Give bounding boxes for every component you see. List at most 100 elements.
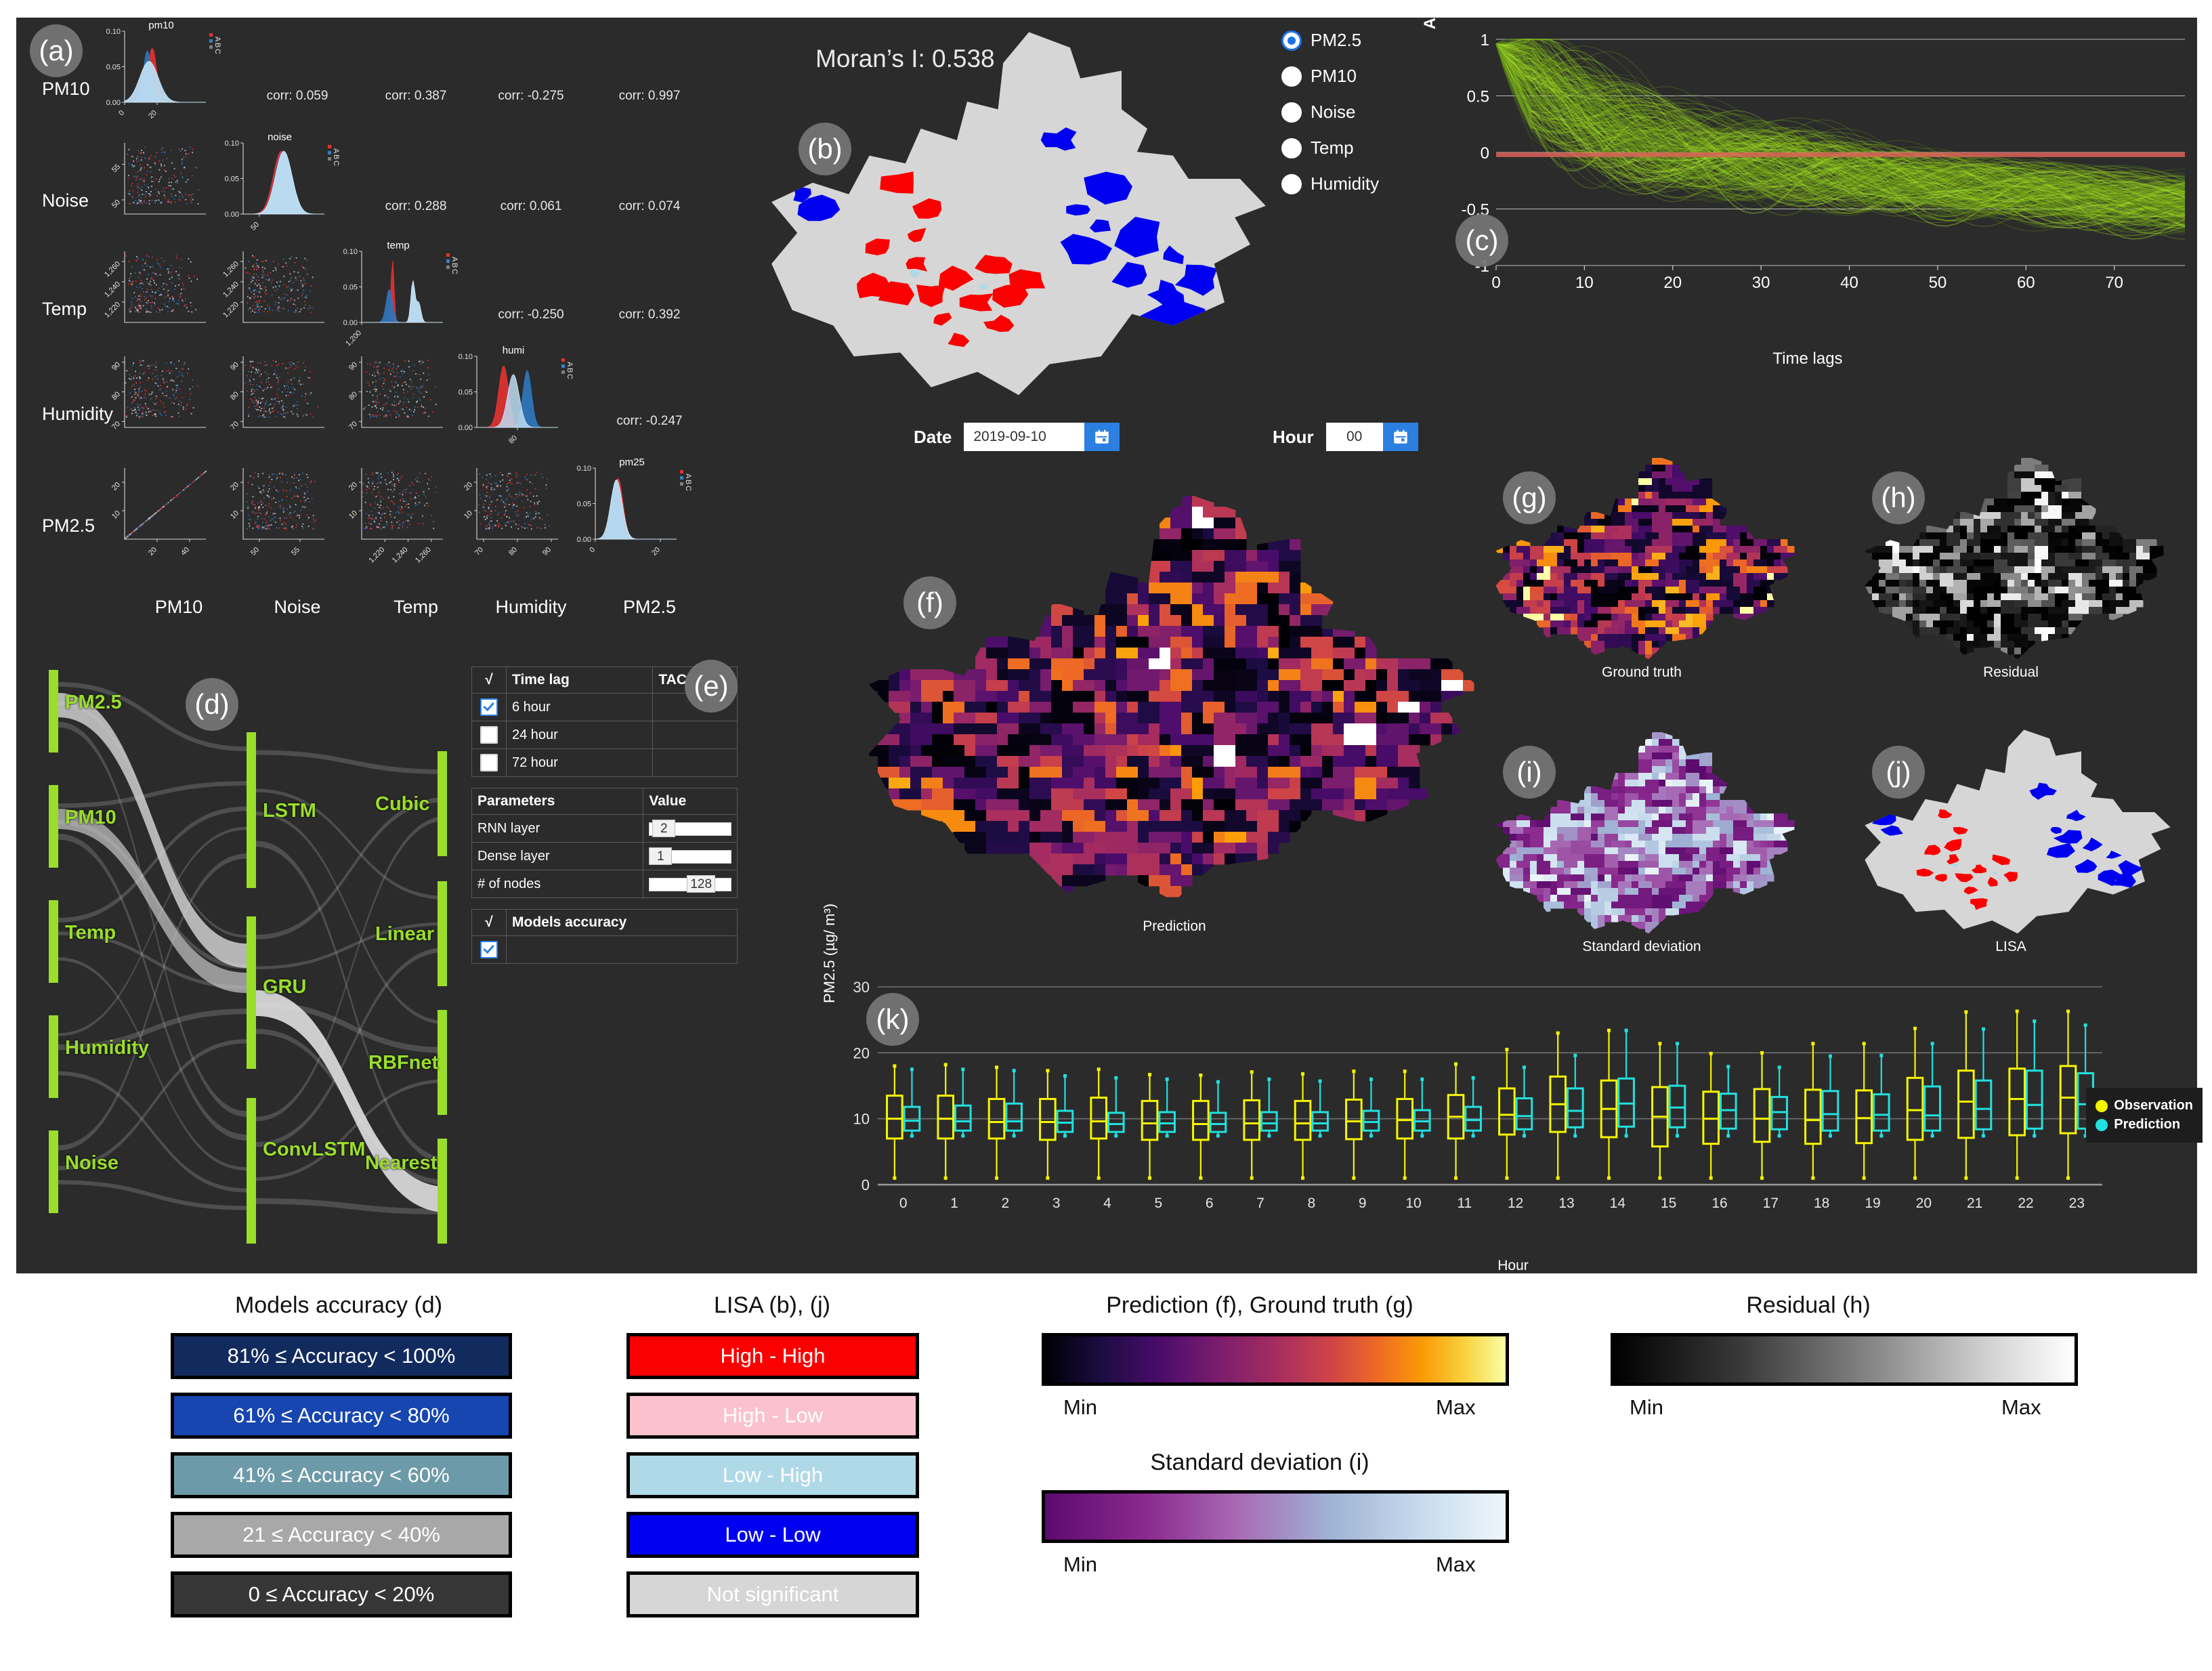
calendar-icon[interactable] xyxy=(1382,423,1418,451)
residual-caption: Residual xyxy=(1983,664,2039,680)
prediction-colorbar-max: Max xyxy=(1436,1395,1476,1419)
radio-icon-temp[interactable] xyxy=(1281,138,1302,158)
radio-option-temp[interactable]: Temp xyxy=(1281,138,1379,158)
variable-radio-group[interactable]: PM2.5 PM10 Noise Temp Humidity xyxy=(1281,30,1379,209)
lisa-swatch-high-low: High - Low xyxy=(626,1393,919,1439)
svg-text:1,260: 1,260 xyxy=(414,546,433,565)
lisa-overview-map[interactable] xyxy=(761,24,1276,410)
date-control[interactable]: Date 2019-09-10 xyxy=(914,423,1120,451)
models-accuracy-bar[interactable] xyxy=(506,935,738,964)
num-nodes-value[interactable]: 128 xyxy=(687,875,716,893)
rnn-layer-label: RNN layer xyxy=(471,814,644,843)
scatterplot-matrix: (a) PM10 Noise Temp Humidity PM2.5 PM10 … xyxy=(23,18,721,648)
stddev-colorbar-max: Max xyxy=(1436,1552,1476,1576)
prediction-map[interactable] xyxy=(856,485,1493,922)
svg-text:A: A xyxy=(450,257,459,262)
sankey-node-rbfnet[interactable] xyxy=(438,1010,447,1115)
radio-icon-pm10[interactable] xyxy=(1281,66,1302,87)
hour-control[interactable]: Hour 00 xyxy=(1273,423,1418,451)
panel-tag-f: (f) xyxy=(903,576,956,629)
calendar-icon[interactable] xyxy=(1084,423,1120,451)
radio-option-noise[interactable]: Noise xyxy=(1281,102,1379,123)
sankey-node-pm10[interactable] xyxy=(49,785,58,868)
standard-deviation-caption: Standard deviation xyxy=(1582,939,1701,954)
svg-text:A: A xyxy=(332,148,340,154)
lisa-label-not-significant: Not significant xyxy=(706,1582,839,1606)
radio-label-humidity: Humidity xyxy=(1311,173,1380,194)
sankey-node-cubic[interactable] xyxy=(438,751,447,856)
dashboard-panel: (a) PM10 Noise Temp Humidity PM2.5 PM10 … xyxy=(16,0,2203,1273)
sankey-node-temp[interactable] xyxy=(49,900,58,983)
svg-text:10: 10 xyxy=(347,509,359,521)
radio-option-pm25[interactable]: PM2.5 xyxy=(1281,30,1379,51)
sankey-node-nearest[interactable] xyxy=(438,1139,447,1244)
radio-label-pm10: PM10 xyxy=(1311,66,1357,86)
sankey-label-lstm: LSTM xyxy=(263,800,316,822)
svg-text:20: 20 xyxy=(110,481,122,492)
time-lag-24h-label: 24 hour xyxy=(505,721,654,749)
svg-text:90: 90 xyxy=(541,546,553,557)
radio-icon-noise[interactable] xyxy=(1281,102,1302,123)
sankey-node-lstm[interactable] xyxy=(247,732,256,888)
lisa-overview-svg[interactable] xyxy=(761,24,1276,410)
dense-layer-value[interactable]: 1 xyxy=(649,847,673,865)
svg-text:90: 90 xyxy=(110,360,122,372)
num-nodes-slider[interactable]: 128 xyxy=(643,870,738,898)
lisa-caption: LISA xyxy=(1995,939,2026,954)
lisa-label-low-low: Low - Low xyxy=(725,1523,821,1546)
dense-layer-slider[interactable]: 1 xyxy=(643,842,738,870)
table-row[interactable]: 72 hour xyxy=(471,748,738,777)
time-lag-24h-checkbox[interactable] xyxy=(471,721,507,749)
parameters-header: Parameters xyxy=(471,788,644,815)
svg-text:pm10: pm10 xyxy=(148,20,174,31)
table-row[interactable]: # of nodes 128 xyxy=(471,870,738,898)
table-row[interactable]: Dense layer 1 xyxy=(471,842,738,870)
sankey-node-convlstm[interactable] xyxy=(247,1098,256,1244)
table-row[interactable]: RNN layer 2 xyxy=(471,814,738,843)
models-accuracy-checkbox[interactable] xyxy=(471,935,507,964)
svg-text:0.10: 0.10 xyxy=(577,465,591,473)
lisa-swatch-low-low: Low - Low xyxy=(626,1512,919,1558)
radio-option-pm10[interactable]: PM10 xyxy=(1281,66,1379,87)
sankey-label-pm25: PM2.5 xyxy=(65,692,122,713)
svg-text:0.05: 0.05 xyxy=(225,175,239,184)
svg-text:1,240: 1,240 xyxy=(221,280,240,299)
radio-option-humidity[interactable]: Humidity xyxy=(1281,173,1379,194)
table-row[interactable]: 24 hour xyxy=(471,721,738,749)
sankey-label-nearest: Nearest xyxy=(365,1152,438,1174)
rnn-layer-value[interactable]: 2 xyxy=(652,820,676,837)
svg-text:20: 20 xyxy=(147,546,158,557)
panel-tag-k: (k) xyxy=(866,993,919,1046)
svg-text:C: C xyxy=(450,269,459,274)
svg-text:0: 0 xyxy=(117,109,126,118)
radio-icon-pm25[interactable] xyxy=(1281,30,1302,51)
table-row[interactable] xyxy=(471,935,738,964)
sankey-label-humidity: Humidity xyxy=(65,1037,150,1059)
sankey-node-pm25[interactable] xyxy=(49,670,58,753)
value-header: Value xyxy=(643,788,738,815)
hour-input[interactable]: 00 xyxy=(1325,423,1383,451)
stddev-colorbar-min: Min xyxy=(1063,1552,1097,1576)
svg-text:1,220: 1,220 xyxy=(367,546,386,565)
svg-text:50: 50 xyxy=(249,221,261,232)
time-lag-6h-checkbox[interactable] xyxy=(471,693,507,721)
date-input[interactable]: 2019-09-10 xyxy=(964,423,1085,451)
lisa-swatch-not-significant: Not significant xyxy=(626,1571,919,1617)
radio-icon-humidity[interactable] xyxy=(1281,173,1302,194)
sankey-label-convlstm: ConvLSTM xyxy=(263,1139,366,1160)
svg-text:B: B xyxy=(684,480,692,484)
rnn-layer-slider[interactable]: 2 xyxy=(643,814,738,843)
prediction-map-svg[interactable] xyxy=(856,485,1493,918)
sankey-node-humidity[interactable] xyxy=(49,1015,58,1098)
legend-item-observation: Observation xyxy=(2096,1098,2193,1114)
svg-text:70: 70 xyxy=(110,420,122,431)
svg-text:80: 80 xyxy=(229,390,240,402)
sankey-node-gru[interactable] xyxy=(247,916,256,1069)
time-lag-72h-checkbox[interactable] xyxy=(471,748,507,777)
sankey-label-cubic: Cubic xyxy=(375,793,430,815)
residual-colorbar-min: Min xyxy=(1630,1395,1663,1419)
sankey-node-noise[interactable] xyxy=(49,1130,58,1213)
sankey-node-linear[interactable] xyxy=(438,881,447,986)
parameter-table: Parameters Value RNN layer 2 Dense layer… xyxy=(471,788,738,898)
svg-text:C: C xyxy=(566,374,574,379)
